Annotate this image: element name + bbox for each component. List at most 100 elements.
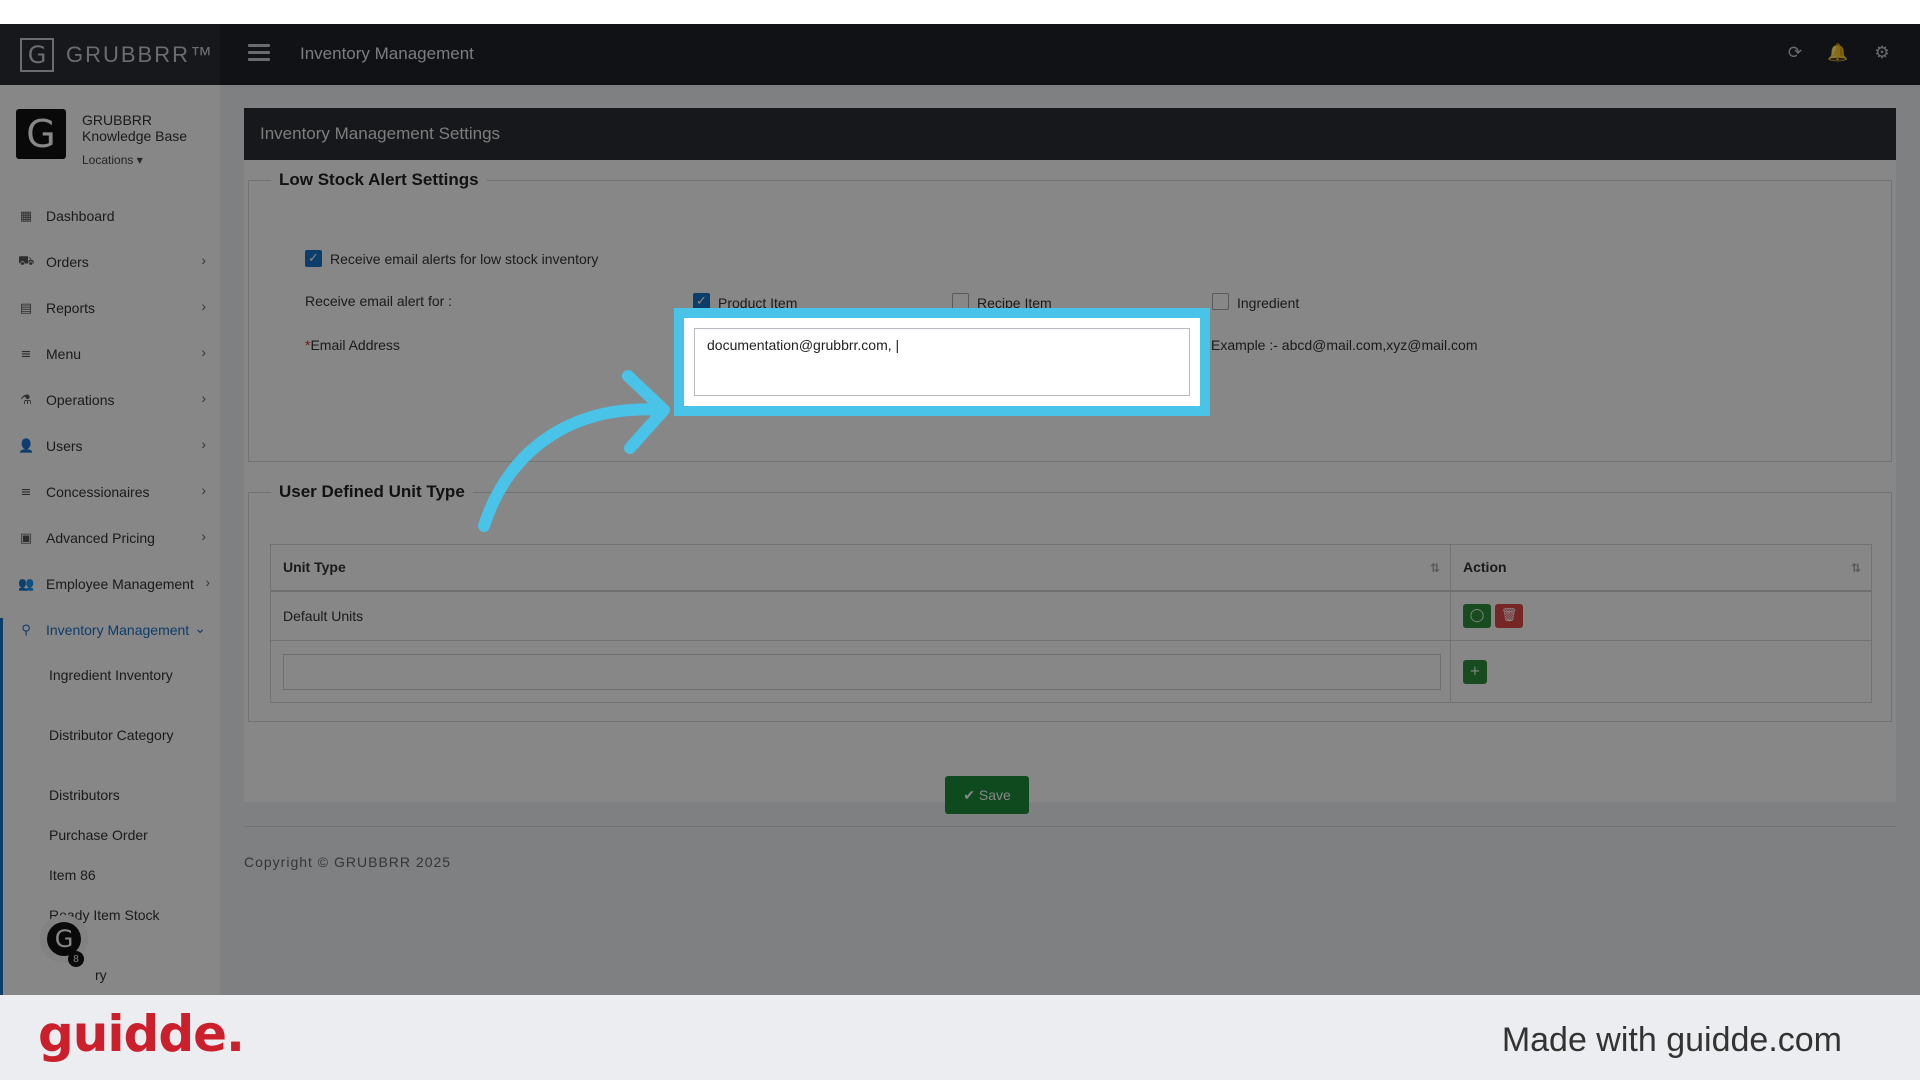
delete-button[interactable]: 🗑 bbox=[1495, 603, 1523, 628]
sidebar-item-operations[interactable]: ⚗ Operations › bbox=[0, 377, 220, 423]
chevron-right-icon: › bbox=[201, 436, 206, 452]
sidebar-item-label: Dashboard bbox=[46, 208, 115, 224]
unit-type-table: Unit Type ⇅ Action ⇅ Default Units ◯ 🗑 + bbox=[270, 544, 1872, 703]
add-unit-button[interactable]: + bbox=[1463, 659, 1487, 684]
sidebar-item-label: Advanced Pricing bbox=[46, 530, 155, 546]
sort-icon[interactable]: ⇅ bbox=[1851, 561, 1861, 575]
unit-type-legend: User Defined Unit Type bbox=[279, 482, 465, 501]
edit-button[interactable]: ◯ bbox=[1463, 603, 1491, 628]
dashboard-icon: ▦ bbox=[19, 208, 33, 224]
unit-type-cell: Default Units bbox=[270, 590, 1451, 641]
new-unit-cell bbox=[270, 640, 1451, 703]
sort-icon[interactable]: ⇅ bbox=[1430, 561, 1440, 575]
gear-icon[interactable]: ⚙ bbox=[1871, 42, 1893, 64]
sitemap-icon: ⚲ bbox=[21, 622, 31, 638]
bell-icon[interactable]: 🔔 bbox=[1827, 42, 1849, 64]
column-header-unit-type[interactable]: Unit Type ⇅ bbox=[270, 544, 1451, 592]
add-user-icon: 👤 bbox=[18, 438, 35, 454]
footer-divider bbox=[244, 826, 1896, 827]
locations-dropdown[interactable]: Locations ▾ bbox=[82, 153, 143, 167]
sidebar-subitem-distributors[interactable]: Distributors bbox=[49, 785, 209, 805]
sidebar-item-label: Menu bbox=[46, 346, 82, 362]
page-title: Inventory Management bbox=[300, 44, 474, 63]
table-row: Default Units ◯ 🗑 bbox=[270, 590, 1872, 641]
list-icon: ≡ bbox=[20, 484, 32, 500]
chevron-down-icon: ⌄ bbox=[194, 620, 206, 636]
sidebar-item-label: Users bbox=[46, 438, 83, 454]
action-cell: ◯ 🗑 bbox=[1450, 590, 1872, 641]
email-field-wrapper: documentation@grubbrr.com, | bbox=[684, 318, 1200, 406]
sidebar-item-label: Reports bbox=[46, 300, 96, 316]
ingredient-checkbox[interactable] bbox=[1212, 293, 1229, 310]
alert-for-label: Receive email alert for : bbox=[305, 293, 453, 309]
top-navbar: G GRUBBRR™ Inventory Management ⟳ 🔔 ⚙ bbox=[0, 24, 1920, 85]
brand-name: GRUBBRR™ bbox=[66, 41, 215, 67]
active-indicator bbox=[0, 618, 3, 995]
profile-block: G GRUBBRR Knowledge Base Locations ▾ bbox=[16, 109, 216, 179]
column-label: Unit Type bbox=[283, 559, 346, 576]
column-label: Action bbox=[1463, 559, 1507, 576]
sidebar-item-dashboard[interactable]: ▦ Dashboard bbox=[0, 193, 220, 239]
receive-alerts-checkbox[interactable]: ✓ bbox=[305, 250, 322, 267]
made-with-text: Made with guidde.com bbox=[1501, 1021, 1842, 1059]
cart-icon: ⛟ bbox=[18, 253, 35, 269]
sidebar-item-inventory-management[interactable]: ⚲ Inventory Management ⌄ bbox=[0, 607, 220, 653]
column-header-action[interactable]: Action ⇅ bbox=[1450, 544, 1872, 592]
email-example-hint: Example :- abcd@mail.com,xyz@mail.com bbox=[1211, 337, 1478, 353]
guidde-banner: guidde. Made with guidde.com bbox=[0, 995, 1920, 1080]
email-highlight-box: documentation@grubbrr.com, | bbox=[674, 308, 1210, 416]
panel-header: Inventory Management Settings bbox=[244, 108, 1896, 160]
chevron-right-icon: › bbox=[201, 252, 206, 268]
money-icon: ▣ bbox=[19, 530, 33, 546]
profile-name: GRUBBRR Knowledge Base bbox=[82, 112, 188, 144]
sidebar: G GRUBBRR Knowledge Base Locations ▾ ▦ D… bbox=[0, 85, 220, 995]
chat-launcher[interactable]: G 8 bbox=[40, 915, 88, 967]
document-icon: ▤ bbox=[19, 300, 33, 316]
chevron-right-icon: › bbox=[201, 390, 206, 406]
sidebar-item-reports[interactable]: ▤ Reports › bbox=[0, 285, 220, 331]
sidebar-item-label: Concessionaires bbox=[46, 484, 150, 500]
save-button[interactable]: ✔ Save bbox=[945, 776, 1029, 814]
hamburger-menu-icon[interactable] bbox=[248, 44, 270, 62]
sidebar-subitem-partial[interactable]: ry bbox=[95, 965, 220, 985]
email-address-field[interactable]: documentation@grubbrr.com, | bbox=[694, 328, 1190, 396]
chevron-right-icon: › bbox=[201, 528, 206, 544]
app-window: G GRUBBRR™ Inventory Management ⟳ 🔔 ⚙ G … bbox=[0, 24, 1920, 995]
sidebar-item-label: Employee Management bbox=[46, 576, 194, 592]
pointer-arrow-icon bbox=[478, 370, 670, 532]
users-icon: 👥 bbox=[18, 576, 35, 592]
action-cell: + bbox=[1450, 640, 1872, 703]
list-icon: ≡ bbox=[20, 346, 32, 362]
sidebar-item-concessionaires[interactable]: ≡ Concessionaires › bbox=[0, 469, 220, 515]
sidebar-subitem-item-86[interactable]: Item 86 bbox=[49, 865, 209, 885]
copyright: Copyright © GRUBBRR 2025 bbox=[244, 854, 452, 870]
sidebar-subitem-purchase-order[interactable]: Purchase Order bbox=[49, 825, 209, 845]
ingredient-label: Ingredient bbox=[1237, 295, 1300, 311]
notification-badge: 8 bbox=[68, 951, 84, 967]
sidebar-item-users[interactable]: 👤 Users › bbox=[0, 423, 220, 469]
sidebar-subitem-distributor-category[interactable]: Distributor Category bbox=[49, 725, 209, 745]
guidde-logo: guidde. bbox=[38, 1005, 245, 1063]
receive-alerts-label: Receive email alerts for low stock inven… bbox=[330, 251, 599, 267]
email-label-text: Email Address bbox=[310, 337, 400, 353]
sidebar-item-advanced-pricing[interactable]: ▣ Advanced Pricing › bbox=[0, 515, 220, 561]
chevron-right-icon: › bbox=[201, 482, 206, 498]
avatar: G bbox=[16, 109, 66, 159]
sidebar-item-label: Operations bbox=[46, 392, 115, 408]
flask-icon: ⚗ bbox=[20, 392, 32, 408]
grubbrr-logo-icon: G bbox=[20, 37, 54, 72]
chevron-right-icon: › bbox=[201, 298, 206, 314]
email-address-label: *Email Address bbox=[305, 337, 400, 353]
new-unit-input[interactable] bbox=[283, 653, 1441, 690]
refresh-icon[interactable]: ⟳ bbox=[1784, 42, 1806, 64]
chevron-right-icon: › bbox=[205, 574, 210, 590]
sidebar-subitem-ingredient-inventory[interactable]: Ingredient Inventory bbox=[49, 665, 209, 685]
sidebar-item-employee-management[interactable]: 👥 Employee Management › bbox=[0, 561, 220, 607]
sidebar-item-orders[interactable]: ⛟ Orders › bbox=[0, 239, 220, 285]
table-row-new: + bbox=[270, 640, 1872, 703]
sidebar-item-label: Inventory Management bbox=[46, 622, 190, 638]
low-stock-legend: Low Stock Alert Settings bbox=[279, 170, 479, 189]
chevron-right-icon: › bbox=[201, 344, 206, 360]
brand[interactable]: G GRUBBRR™ bbox=[0, 24, 220, 85]
sidebar-item-menu[interactable]: ≡ Menu › bbox=[0, 331, 220, 377]
